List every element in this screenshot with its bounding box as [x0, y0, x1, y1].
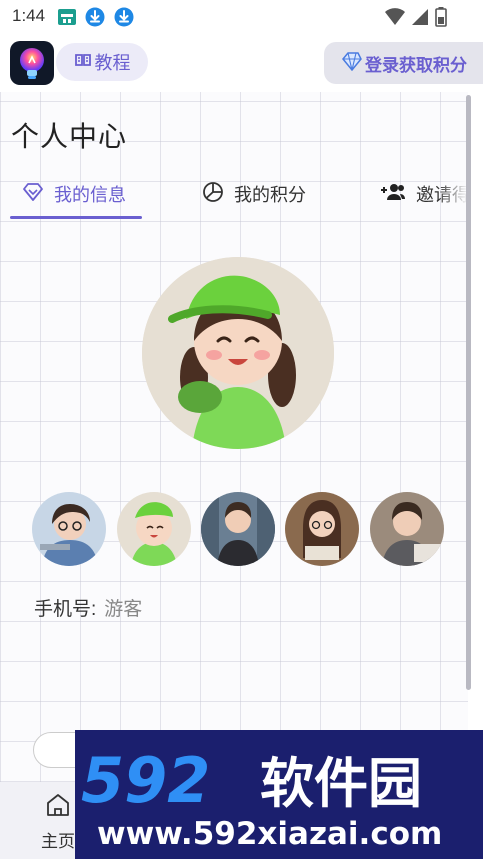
watermark-brand-name: 软件园 — [260, 752, 422, 815]
page-title: 个人中心 — [11, 121, 128, 152]
status-bar: 1:44 — [0, 0, 483, 34]
pie-chart-icon — [202, 181, 224, 208]
tab-my-points[interactable]: 我的积分 — [202, 172, 306, 216]
profile-content[interactable]: 个人中心 我的信息 我的积分 邀请得 — [0, 92, 468, 782]
tab-label: 我的积分 — [234, 185, 306, 205]
phone-label: 手机号: — [34, 599, 97, 620]
profile-tabs: 我的信息 我的积分 邀请得 — [0, 172, 468, 220]
gem-icon — [341, 51, 363, 76]
active-tab-indicator — [10, 216, 142, 219]
app-logo — [10, 41, 54, 85]
login-button[interactable]: 登录获取积分 — [324, 42, 483, 84]
home-icon — [45, 792, 71, 823]
watermark-brand-number: 592 — [81, 744, 210, 817]
login-label: 登录获取积分 — [365, 55, 467, 75]
add-user-icon — [380, 182, 406, 207]
avatar-option-1[interactable] — [32, 492, 106, 566]
profile-avatar[interactable] — [142, 257, 334, 449]
app-notification-icon — [57, 7, 77, 27]
avatar-option-3[interactable] — [201, 492, 275, 566]
tutorial-button[interactable]: 教程 — [56, 43, 148, 81]
tab-label: 我的信息 — [54, 185, 126, 205]
watermark-url: www.592xiazai.com — [97, 816, 442, 852]
avatar-option-2[interactable] — [117, 492, 191, 566]
avatar-option-4[interactable] — [285, 492, 359, 566]
download-icon — [85, 7, 105, 27]
book-icon — [74, 52, 92, 73]
phone-row: 手机号: 游客 — [34, 594, 142, 621]
status-time: 1:44 — [12, 6, 46, 25]
diamond-icon — [22, 182, 44, 207]
signal-icon — [411, 8, 429, 31]
watermark-logo: 592 软件园 www.592xiazai.com — [75, 730, 483, 859]
tutorial-label: 教程 — [94, 53, 131, 73]
nav-home-label: 主页 — [41, 832, 75, 851]
top-bar: 教程 登录获取积分 — [0, 34, 483, 90]
avatar-option-5[interactable] — [370, 492, 444, 566]
wifi-icon — [385, 8, 405, 31]
scrollbar[interactable] — [466, 95, 471, 690]
tab-my-info[interactable]: 我的信息 — [22, 172, 126, 216]
battery-icon — [435, 7, 447, 32]
phone-value: 游客 — [104, 599, 143, 620]
download-icon — [114, 7, 134, 27]
tab-scroll-fade — [438, 174, 468, 216]
